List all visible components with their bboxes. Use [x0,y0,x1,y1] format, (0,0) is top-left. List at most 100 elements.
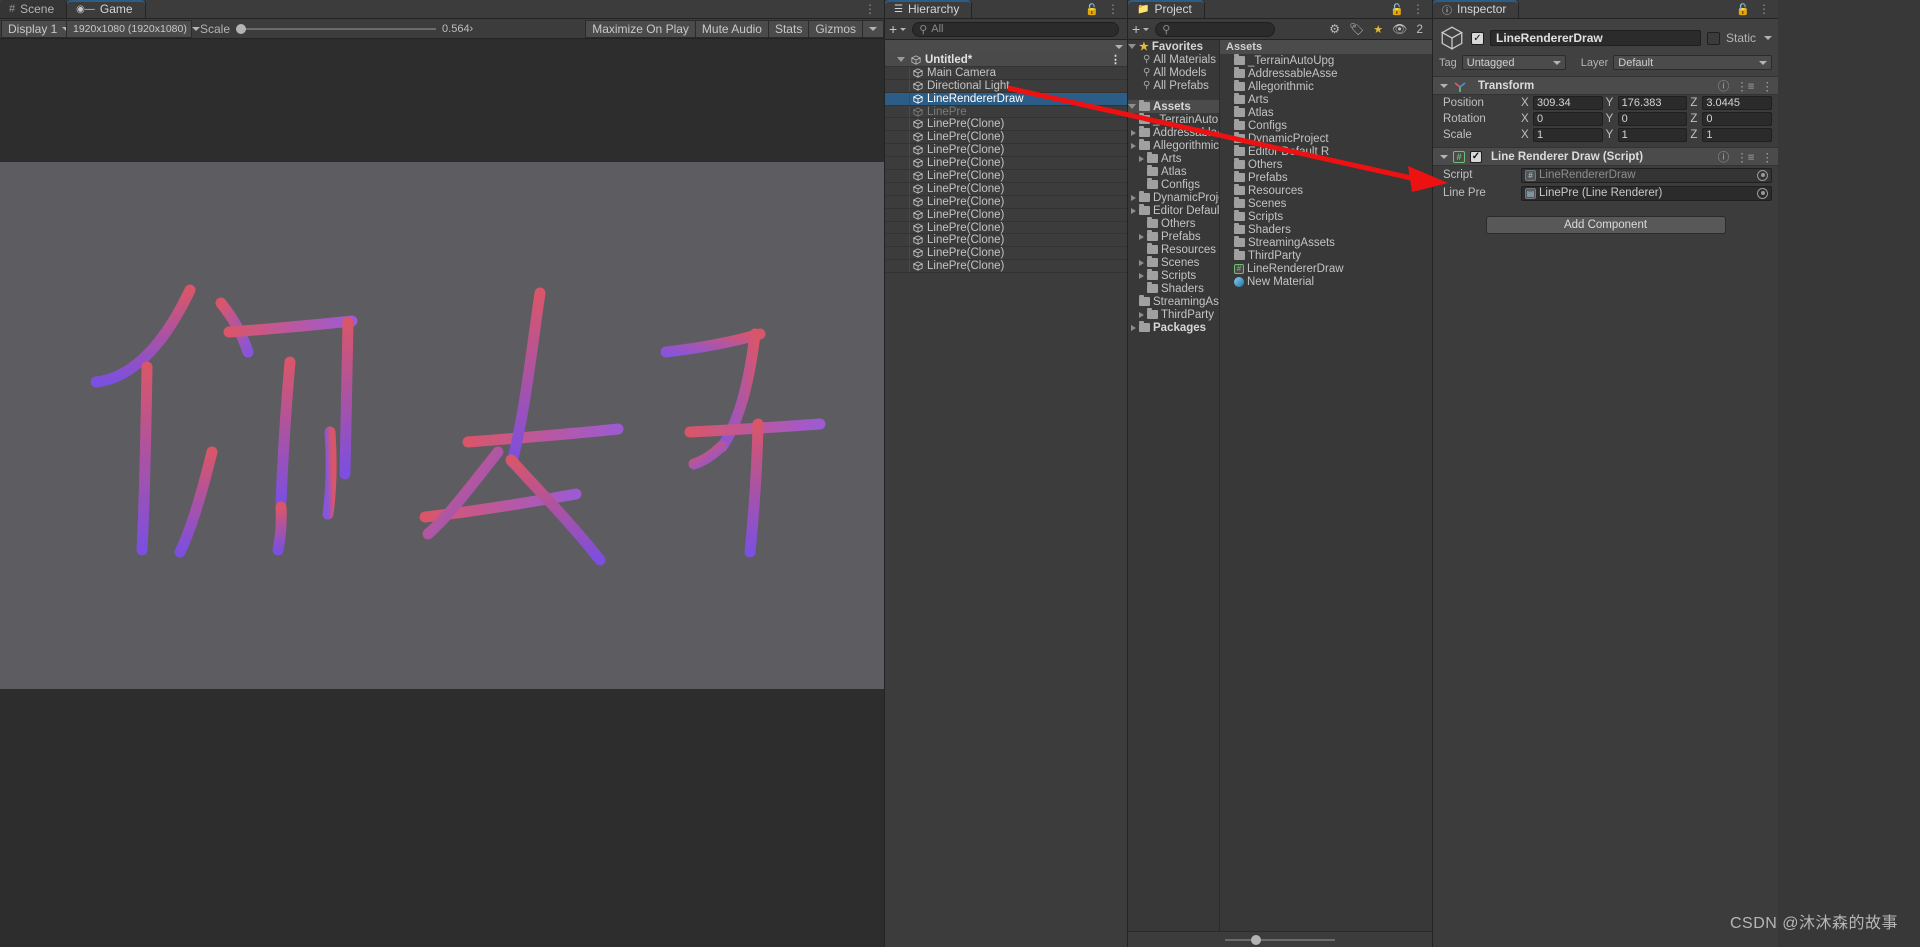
resolution-dropdown[interactable]: 1920x1080 (1920x1080) [66,19,200,38]
tab-inspector[interactable]: ⓘ Inspector [1433,0,1520,18]
project-tree-row[interactable]: DynamicProject [1128,191,1219,204]
project-tree-row[interactable]: ⚲ All Materials [1128,53,1219,66]
expand-triangle-icon[interactable] [1131,194,1136,201]
transform-x-input[interactable]: 0 [1533,112,1603,126]
project-tree-row[interactable]: AddressableAsse [1128,126,1219,139]
chevron-down-icon[interactable] [900,27,907,31]
expand-triangle-icon[interactable] [1131,324,1136,331]
asset-list-item[interactable]: ThirdParty [1220,249,1432,262]
project-tree-row[interactable]: _TerrainAutoUpg [1128,113,1219,126]
project-tree-row[interactable]: ★ Favorites [1128,40,1219,53]
hierarchy-item[interactable]: Directional Light [885,80,1127,93]
kebab-menu-icon[interactable]: ⋮ [1107,2,1119,16]
hierarchy-item[interactable]: LinePre(Clone) [885,196,1127,209]
hierarchy-item[interactable]: LinePre(Clone) [885,183,1127,196]
gizmos-dropdown[interactable] [862,19,884,38]
tab-game[interactable]: ◉— Game [67,0,146,18]
asset-list-item[interactable]: StreamingAssets [1220,236,1432,249]
scale-control[interactable]: Scale 0.564› [192,22,498,36]
kebab-menu-icon[interactable]: ⋮ [1110,54,1127,66]
project-tree-row[interactable]: ⚲ All Prefabs [1128,79,1219,92]
kebab-menu-icon[interactable]: ⋮ [1758,2,1770,16]
gizmos-button[interactable]: Gizmos [808,19,863,38]
project-search-input[interactable]: ⚲ [1155,21,1276,37]
hierarchy-item[interactable]: LinePre(Clone) [885,131,1127,145]
expand-triangle-icon[interactable] [1139,233,1144,240]
help-icon[interactable]: ⓘ [1718,149,1730,165]
asset-list-item[interactable]: AddressableAsse [1220,67,1432,80]
transform-component-header[interactable]: Transform ⓘ ⋮≡ ⋮ [1433,76,1778,95]
scale-slider-knob[interactable] [236,23,247,34]
asset-list-item[interactable]: Editor Default R [1220,145,1432,158]
hierarchy-item[interactable]: LinePre(Clone) [885,157,1127,171]
project-tree-row[interactable]: Shaders [1128,282,1219,295]
kebab-menu-icon[interactable]: ⋮ [864,2,876,16]
project-tree-row[interactable]: StreamingAssets [1128,295,1219,308]
gameobject-enabled-checkbox[interactable]: ✓ [1471,31,1484,45]
kebab-menu-icon[interactable]: ⋮ [1412,2,1424,16]
hierarchy-item[interactable]: LinePre(Clone) [885,118,1127,132]
project-tree-row[interactable]: Editor Default R [1128,204,1219,217]
expand-triangle-icon[interactable] [1139,272,1144,279]
hierarchy-tree[interactable]: Untitled* ⋮ Main Camera Directional Light… [885,54,1127,947]
label-tag-icon[interactable]: 🏷 [1349,22,1364,36]
asset-list-item[interactable]: New Material [1220,275,1432,288]
project-tree-row[interactable]: Atlas [1128,165,1219,178]
hierarchy-item[interactable]: LinePre(Clone) [885,170,1127,183]
expand-triangle-icon[interactable] [1139,259,1144,266]
project-zoom-slider[interactable] [1225,934,1335,945]
asset-list-item[interactable]: Atlas [1220,106,1432,119]
lock-icon[interactable]: 🔓 [1390,3,1404,16]
create-asset-button[interactable]: + [1132,22,1140,36]
expand-triangle-icon[interactable] [1131,142,1137,149]
project-assets-list[interactable]: Assets _TerrainAutoUpg AddressableAsse All… [1220,40,1432,931]
asset-list-item[interactable]: Prefabs [1220,171,1432,184]
tab-project[interactable]: 📁 Project [1128,0,1205,18]
hierarchy-item[interactable]: LineRendererDraw [885,93,1127,106]
mute-audio-button[interactable]: Mute Audio [694,19,769,38]
object-picker-icon[interactable] [1757,187,1768,199]
project-tree-row[interactable]: Assets [1128,100,1219,113]
object-picker-icon[interactable] [1757,169,1768,181]
transform-z-input[interactable]: 0 [1702,112,1773,126]
asset-list-item[interactable]: Arts [1220,93,1432,106]
layer-dropdown[interactable]: Default [1613,55,1772,70]
project-tree-row[interactable]: Arts [1128,152,1219,165]
hierarchy-item[interactable]: LinePre(Clone) [885,144,1127,158]
asset-list-item[interactable]: Resources [1220,184,1432,197]
chevron-down-icon[interactable] [1115,45,1123,49]
transform-y-input[interactable]: 0 [1617,112,1688,126]
display-dropdown[interactable]: Display 1 [1,19,71,38]
transform-z-input[interactable]: 1 [1702,128,1773,142]
filter-type-icon[interactable]: ⚙ [1329,22,1340,36]
game-render-area[interactable] [0,162,884,689]
favorite-star-icon[interactable]: ★ [1373,23,1383,36]
project-tree-row[interactable]: Packages [1128,321,1219,334]
tab-hierarchy[interactable]: ☰ Hierarchy [885,0,973,18]
hierarchy-scene-row[interactable]: Untitled* ⋮ [885,54,1127,67]
stats-button[interactable]: Stats [767,19,810,38]
tag-dropdown[interactable]: Untagged [1461,55,1566,70]
hierarchy-item[interactable]: LinePre(Clone) [885,247,1127,261]
transform-x-input[interactable]: 1 [1533,128,1603,142]
gameobject-name-input[interactable]: LineRendererDraw [1490,30,1701,46]
kebab-menu-icon[interactable]: ⋮ [1762,79,1774,93]
script-enabled-checkbox[interactable]: ✓ [1470,150,1482,163]
asset-list-item[interactable]: DynamicProject [1220,132,1432,145]
hidden-packages-icon[interactable]: 👁 [1392,22,1407,36]
hierarchy-item[interactable]: LinePre(Clone) [885,260,1127,274]
asset-list-item[interactable]: Allegorithmic [1220,80,1432,93]
collapse-triangle-icon[interactable] [1440,154,1448,159]
scale-slider[interactable] [236,23,437,34]
hierarchy-item[interactable]: LinePre(Clone) [885,209,1127,222]
transform-x-input[interactable]: 309.34 [1533,96,1603,110]
expand-triangle-icon[interactable] [1139,311,1144,318]
collapse-triangle-icon[interactable] [1440,83,1448,88]
add-component-button[interactable]: Add Component [1485,216,1726,234]
project-zoom-knob[interactable] [1251,934,1261,945]
project-tree-row[interactable]: Configs [1128,178,1219,191]
project-tree-row[interactable]: Scripts [1128,269,1219,282]
lock-icon[interactable]: 🔓 [1085,3,1099,16]
help-icon[interactable]: ⓘ [1718,78,1730,94]
transform-y-input[interactable]: 176.383 [1617,96,1688,110]
